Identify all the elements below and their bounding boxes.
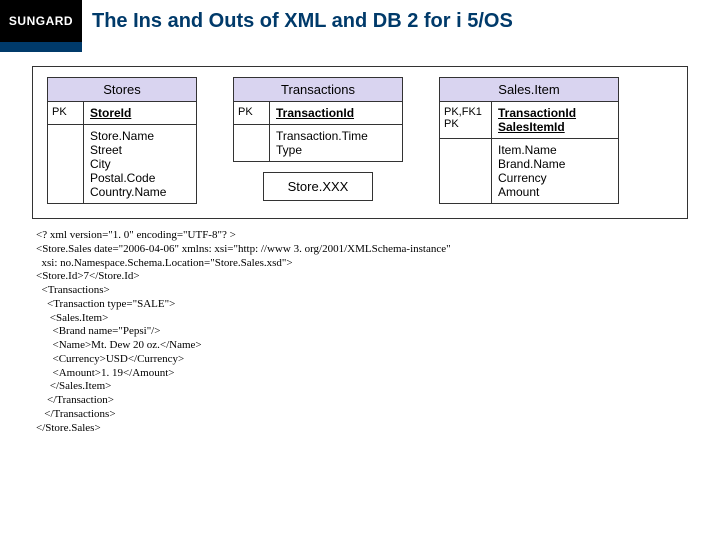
entity-transactions-empty-pk: [234, 125, 270, 161]
entity-transactions-title: Transactions: [233, 77, 403, 102]
logo-text: SUNGARD: [9, 14, 73, 28]
entity-salesitem-fields: Item.Name Brand.Name Currency Amount: [492, 139, 618, 203]
page-title: The Ins and Outs of XML and DB 2 for i 5…: [82, 10, 513, 33]
xml-sample: <? xml version="1. 0" encoding="UTF-8"? …: [36, 229, 684, 435]
entity-transactions-pk-row: PK TransactionId: [234, 102, 402, 125]
entity-transactions-fields-row: Transaction.Time Type: [234, 125, 402, 161]
entity-stores-empty-pk: [48, 125, 84, 203]
entity-store-xxx: Store.XXX: [263, 172, 373, 201]
entity-stores-body: PK StoreId Store.Name Street City Postal…: [47, 102, 197, 204]
entity-stores-title: Stores: [47, 77, 197, 102]
entity-salesitem-pk-field: TransactionId SalesItemId: [492, 102, 618, 138]
logo-accent-strip: [0, 42, 82, 52]
entity-salesitem-pk-row: PK,FK1 PK TransactionId SalesItemId: [440, 102, 618, 139]
entity-salesitem: Sales.Item PK,FK1 PK TransactionId Sales…: [439, 77, 619, 204]
entity-stores-pk-label: PK: [48, 102, 84, 124]
entity-salesitem-empty-pk: [440, 139, 492, 203]
entity-stores-pk-field: StoreId: [84, 102, 196, 124]
entity-transactions-pk-field: TransactionId: [270, 102, 402, 124]
entity-salesitem-fields-row: Item.Name Brand.Name Currency Amount: [440, 139, 618, 203]
entity-transactions-body: PK TransactionId Transaction.Time Type: [233, 102, 403, 162]
entity-transactions-pk-label: PK: [234, 102, 270, 124]
entity-transactions: Transactions PK TransactionId Transactio…: [233, 77, 403, 204]
er-diagram: Stores PK StoreId Store.Name Street City…: [47, 77, 673, 204]
entity-salesitem-title: Sales.Item: [439, 77, 619, 102]
entity-stores-pk-row: PK StoreId: [48, 102, 196, 125]
entity-stores-fields: Store.Name Street City Postal.Code Count…: [84, 125, 196, 203]
logo-box: SUNGARD: [0, 0, 82, 42]
entity-salesitem-pk-label: PK,FK1 PK: [440, 102, 492, 138]
entity-salesitem-body: PK,FK1 PK TransactionId SalesItemId Item…: [439, 102, 619, 204]
header: SUNGARD The Ins and Outs of XML and DB 2…: [0, 0, 720, 42]
er-diagram-frame: Stores PK StoreId Store.Name Street City…: [32, 66, 688, 219]
entity-stores: Stores PK StoreId Store.Name Street City…: [47, 77, 197, 204]
entity-stores-fields-row: Store.Name Street City Postal.Code Count…: [48, 125, 196, 203]
entity-transactions-fields: Transaction.Time Type: [270, 125, 402, 161]
